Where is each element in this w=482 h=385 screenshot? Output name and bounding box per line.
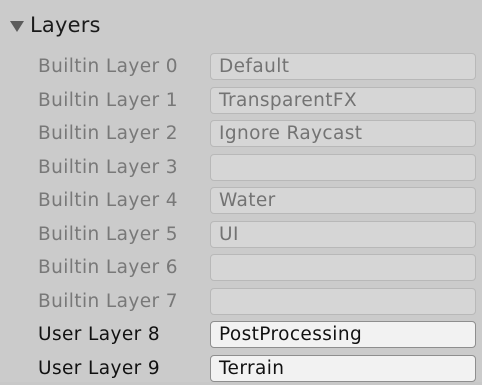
layer-name-input[interactable]: PostProcessing (210, 321, 476, 348)
layer-name-field: Default (210, 53, 476, 80)
layer-label: Builtin Layer 0 (38, 50, 178, 84)
layer-row-2: Builtin Layer 2 Ignore Raycast (0, 117, 482, 151)
layer-row-7: Builtin Layer 7 (0, 285, 482, 319)
layer-name-field (210, 288, 476, 315)
layer-label: Builtin Layer 4 (38, 184, 178, 218)
layer-row-0: Builtin Layer 0 Default (0, 50, 482, 84)
layer-row-5: Builtin Layer 5 UI (0, 218, 482, 252)
layer-label: Builtin Layer 5 (38, 218, 178, 252)
layer-name-field (210, 154, 476, 181)
layer-name-field: Water (210, 187, 476, 214)
layer-row-8: User Layer 8 PostProcessing (0, 318, 482, 352)
layer-row-1: Builtin Layer 1 TransparentFX (0, 84, 482, 118)
layer-name-field (210, 254, 476, 281)
layer-label: Builtin Layer 7 (38, 285, 178, 319)
layer-row-9: User Layer 9 Terrain (0, 352, 482, 385)
layer-name-field: UI (210, 221, 476, 248)
layer-label: Builtin Layer 3 (38, 151, 178, 185)
layer-label: Builtin Layer 2 (38, 117, 178, 151)
layer-row-3: Builtin Layer 3 (0, 151, 482, 185)
layers-section-title: Layers (30, 13, 101, 37)
layers-panel: Layers Builtin Layer 0 Default Builtin L… (0, 0, 482, 382)
layer-row-6: Builtin Layer 6 (0, 251, 482, 285)
layers-list: Builtin Layer 0 Default Builtin Layer 1 … (0, 50, 482, 385)
layer-label: User Layer 8 (38, 318, 160, 352)
layer-name-field: Ignore Raycast (210, 120, 476, 147)
layers-foldout-header[interactable]: Layers (10, 8, 101, 42)
layer-label: Builtin Layer 6 (38, 251, 178, 285)
layer-label: Builtin Layer 1 (38, 84, 178, 118)
layer-row-4: Builtin Layer 4 Water (0, 184, 482, 218)
layer-label: User Layer 9 (38, 352, 160, 385)
foldout-arrow-icon[interactable] (10, 21, 24, 32)
layer-name-input[interactable]: Terrain (210, 355, 476, 382)
layer-name-field: TransparentFX (210, 87, 476, 114)
